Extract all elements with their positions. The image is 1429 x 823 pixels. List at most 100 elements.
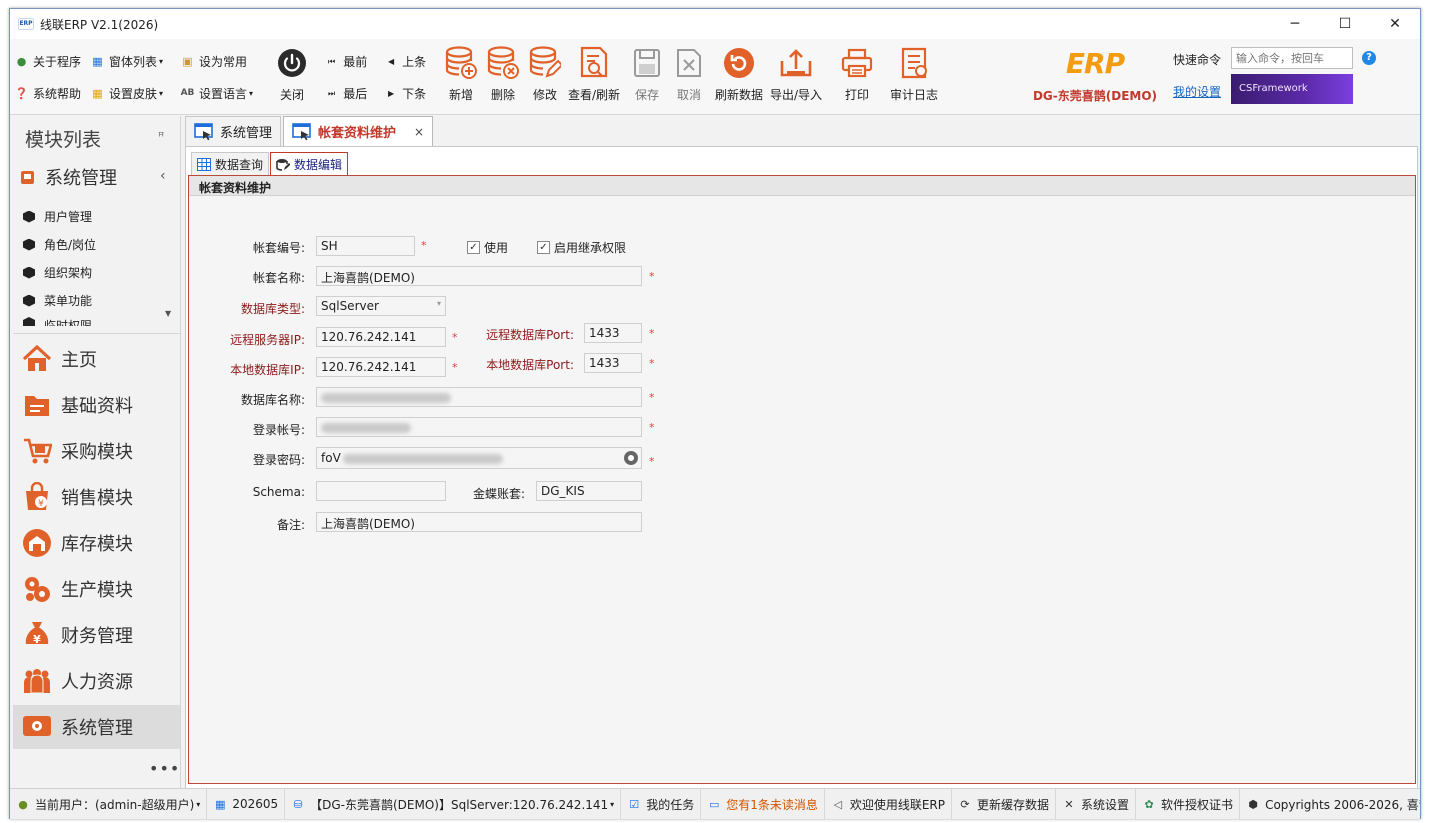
sidebar-item-user-management[interactable]: 用户管理: [23, 208, 92, 225]
module-sales[interactable]: ¥ 销售模块: [13, 475, 180, 519]
tab-account-maintenance[interactable]: 帐套资料维护 ×: [283, 116, 434, 146]
save-button[interactable]: 保存: [632, 45, 662, 107]
status-server[interactable]: ⛁ 【DG-东莞喜鹊(DEMO)】SqlServer:120.76.242.141…: [285, 789, 622, 819]
maximize-button[interactable]: ☐: [1320, 9, 1370, 39]
edit-button[interactable]: 修改: [528, 45, 562, 107]
windows-icon: ▦: [92, 54, 103, 68]
nav-last-button[interactable]: ⏭ 最后: [328, 85, 367, 102]
title-bar: ERP 线联ERP V2.1(2026) ─ ☐ ✕: [10, 9, 1420, 39]
module-inventory[interactable]: 库存模块: [13, 521, 180, 565]
account-no-field[interactable]: SH: [316, 236, 415, 256]
required-mark: *: [649, 421, 655, 434]
about-button[interactable]: ● 关于程序: [14, 52, 81, 70]
status-my-tasks[interactable]: ☑ 我的任务: [621, 789, 702, 819]
database-icon: ⛁: [293, 797, 303, 811]
db-type-select[interactable]: SqlServer ▾: [316, 296, 446, 316]
module-hr[interactable]: 人力资源: [13, 659, 180, 703]
divider: [13, 333, 180, 334]
cart-icon: [21, 435, 53, 467]
remark-field[interactable]: 上海喜鹊(DEMO): [316, 512, 642, 532]
language-icon: AB: [180, 88, 195, 98]
sidebar-group-system[interactable]: 系统管理: [21, 164, 117, 190]
prev-icon: ◀: [388, 57, 395, 66]
db-edit-icon: [529, 45, 561, 81]
my-settings-link[interactable]: 我的设置: [1173, 83, 1221, 100]
account-form: 帐套资料维护 帐套编号: SH * ✓ 使用 ✓ 启用继承权限 帐套名称: 上海喜鹊…: [188, 175, 1416, 784]
remote-ip-field[interactable]: 120.76.242.141: [316, 327, 446, 347]
module-purchase[interactable]: 采购模块: [13, 429, 180, 473]
db-name-field[interactable]: [316, 387, 642, 407]
eye-icon[interactable]: [624, 451, 638, 465]
nav-first-button[interactable]: ⏮ 最前: [328, 53, 367, 70]
schema-field[interactable]: [316, 481, 446, 501]
login-field[interactable]: [316, 417, 642, 437]
tab-data-query[interactable]: 数据查询: [191, 152, 270, 176]
local-ip-label: 本地数据库IP:: [230, 363, 305, 377]
view-refresh-button[interactable]: 查看/刷新: [568, 45, 620, 107]
status-update-cache[interactable]: ⟳ 更新缓存数据: [952, 789, 1057, 819]
pin-icon[interactable]: ꟸ: [158, 130, 164, 143]
required-mark: *: [649, 357, 655, 370]
close-button[interactable]: 关闭: [276, 45, 308, 107]
audit-log-button[interactable]: 审计日志: [888, 45, 940, 107]
quick-command-input[interactable]: [1231, 47, 1353, 69]
tab-system-management[interactable]: 系统管理: [185, 116, 282, 146]
print-button[interactable]: 打印: [840, 45, 874, 107]
close-window-button[interactable]: ✕: [1370, 9, 1420, 39]
local-ip-field[interactable]: 120.76.242.141: [316, 357, 446, 377]
tab-data-edit[interactable]: 数据编辑: [270, 152, 349, 176]
export-import-button[interactable]: 导出/导入: [768, 45, 824, 107]
sidebar-header: 模块列表: [25, 129, 102, 151]
redacted-value: [321, 422, 411, 433]
refresh-icon: [723, 45, 755, 81]
delete-button[interactable]: 删除: [486, 45, 520, 107]
account-name-label: 帐套名称:: [252, 271, 305, 285]
scroll-down-icon[interactable]: ▼: [165, 309, 171, 318]
module-sidebar: 模块列表 ꟸ 系统管理 ‹ 用户管理 角色/岗位 组织架构 菜单功能 临时权限 …: [13, 116, 181, 788]
sidebar-item-temp-permission[interactable]: 临时权限: [23, 317, 92, 326]
log-icon: [899, 45, 929, 81]
local-port-field[interactable]: 1433: [584, 353, 642, 373]
more-options-icon[interactable]: •••: [149, 759, 180, 778]
password-field[interactable]: foV: [316, 447, 642, 469]
status-license[interactable]: ✿ 软件授权证书: [1136, 789, 1241, 819]
module-system[interactable]: 系统管理: [13, 705, 180, 749]
login-label: 登录帐号:: [252, 423, 305, 437]
system-icon: [21, 170, 34, 184]
app-logo-icon: ERP: [18, 18, 34, 30]
system-help-button[interactable]: ❓ 系统帮助: [14, 84, 81, 102]
add-button[interactable]: 新增: [444, 45, 478, 107]
set-skin-button[interactable]: ▦ 设置皮肤 ▾: [90, 84, 163, 102]
account-name-field[interactable]: 上海喜鹊(DEMO): [316, 266, 642, 286]
kis-account-label: 金蝶账套:: [472, 487, 525, 501]
remote-port-field[interactable]: 1433: [584, 323, 642, 343]
status-messages[interactable]: ▭ 您有1条未读消息: [701, 789, 825, 819]
use-checkbox[interactable]: ✓ 使用: [467, 239, 508, 256]
module-production[interactable]: 生产模块: [13, 567, 180, 611]
status-current-user[interactable]: ● 当前用户：(admin-超级用户) ▾: [10, 789, 208, 819]
sidebar-item-org[interactable]: 组织架构: [23, 264, 92, 281]
nav-next-button[interactable]: ▶ 下条: [388, 85, 426, 102]
module-basic-data[interactable]: 基础资料: [13, 383, 180, 427]
sidebar-item-roles[interactable]: 角色/岗位: [23, 236, 96, 253]
tools-icon: ✕: [1064, 797, 1074, 811]
minimize-button[interactable]: ─: [1270, 9, 1320, 39]
collapse-chevron-icon[interactable]: ‹: [160, 168, 166, 184]
kis-account-field[interactable]: DG_KIS: [536, 481, 642, 501]
refresh-data-button[interactable]: 刷新数据: [713, 45, 765, 107]
required-mark: *: [649, 391, 655, 404]
sidebar-item-menu[interactable]: 菜单功能: [23, 292, 92, 309]
window-list-button[interactable]: ▦ 窗体列表 ▾: [90, 52, 163, 70]
status-period[interactable]: ▦ 202605: [207, 789, 286, 819]
cancel-button[interactable]: 取消: [674, 45, 704, 107]
module-finance[interactable]: ¥ 财务管理: [13, 613, 180, 657]
help-icon[interactable]: ?: [1362, 51, 1376, 65]
status-system-settings[interactable]: ✕ 系统设置: [1056, 789, 1137, 819]
set-common-button[interactable]: ▣ 设为常用: [180, 52, 247, 70]
set-language-button[interactable]: AB 设置语言 ▾: [180, 84, 253, 102]
nav-prev-button[interactable]: ◀ 上条: [388, 53, 426, 70]
close-tab-icon[interactable]: ×: [414, 125, 424, 139]
module-home[interactable]: 主页: [13, 337, 180, 381]
inherit-permission-checkbox[interactable]: ✓ 启用继承权限: [537, 239, 626, 256]
people-icon: [21, 665, 53, 697]
